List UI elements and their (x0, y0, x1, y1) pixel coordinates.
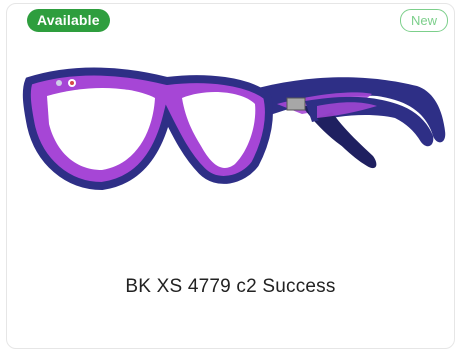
product-card[interactable]: Available New BK XS 4779 c2 Success (6, 3, 455, 349)
product-name[interactable]: BK XS 4779 c2 Success (7, 276, 454, 298)
availability-badge: Available (27, 9, 110, 32)
new-badge: New (399, 9, 448, 32)
product-image[interactable] (17, 46, 447, 226)
eyeglasses-icon (22, 67, 446, 191)
